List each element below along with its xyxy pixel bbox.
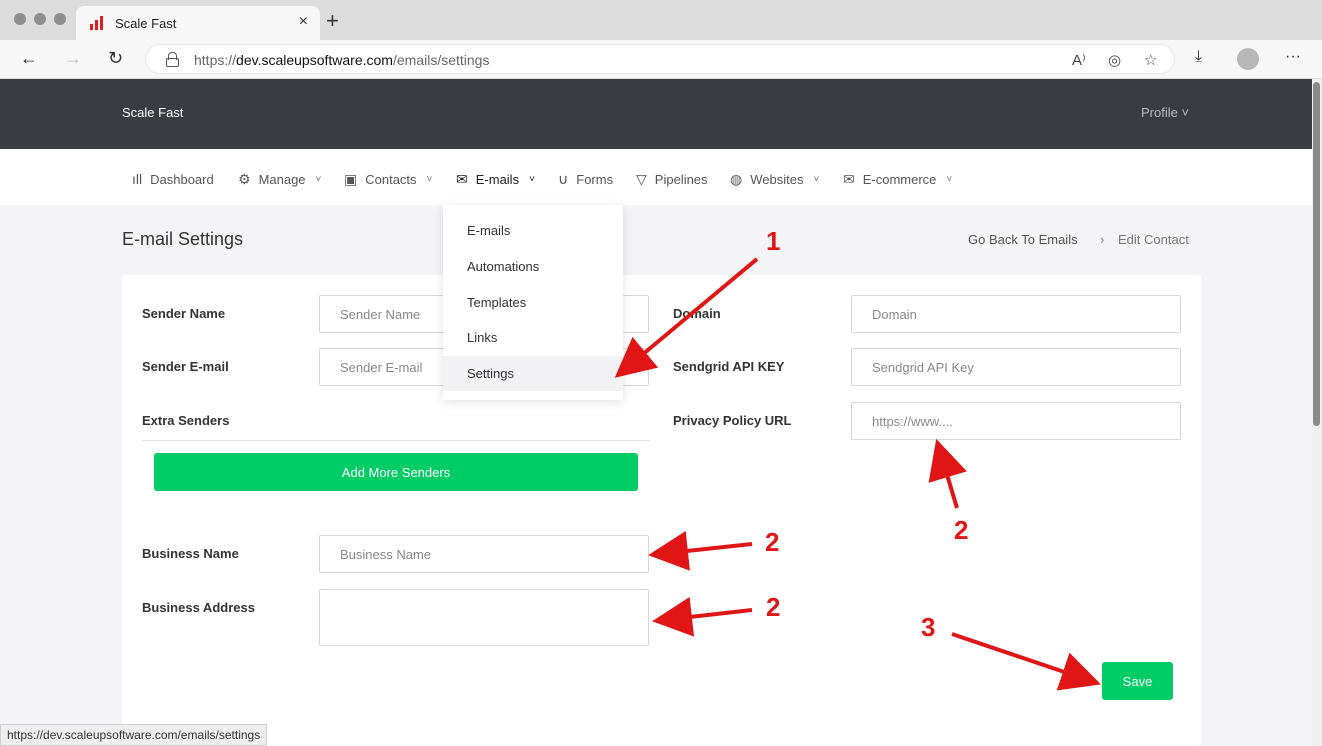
- divider: [142, 440, 650, 441]
- extra-senders-label: Extra Senders: [142, 413, 230, 428]
- nav-label: Contacts: [365, 172, 417, 187]
- nav-emails[interactable]: ✉ E-mails ˅: [456, 171, 535, 188]
- profile-menu[interactable]: Profile ˅: [1141, 105, 1189, 120]
- privacy-policy-url-input[interactable]: [851, 402, 1181, 440]
- save-button[interactable]: Save: [1102, 662, 1173, 700]
- scale-fast-logo-icon: [90, 16, 106, 30]
- nav-forms[interactable]: ∪ Forms: [558, 171, 613, 188]
- tab-close-icon[interactable]: ×: [299, 13, 308, 31]
- sender-name-label: Sender Name: [142, 306, 226, 321]
- chevron-down-icon: ˅: [813, 174, 820, 185]
- dropdown-item-automations[interactable]: Automations: [443, 249, 623, 284]
- sender-email-label: Sender E-mail: [142, 359, 229, 374]
- nav-pipelines[interactable]: ▽ Pipelines: [636, 171, 708, 188]
- favorites-icon[interactable]: ☆: [1144, 51, 1157, 69]
- gear-icon: ⚙: [238, 171, 251, 187]
- business-address-textarea[interactable]: [319, 589, 649, 646]
- business-name-input[interactable]: [319, 535, 649, 573]
- dropdown-item-links[interactable]: Links: [443, 320, 623, 355]
- annotation-number-1: 1: [766, 226, 781, 256]
- magnet-icon: ∪: [558, 171, 569, 187]
- emails-dropdown-menu: E-mails Automations Templates Links Sett…: [443, 205, 623, 400]
- more-menu-icon[interactable]: ···: [1285, 48, 1301, 66]
- nav-label: Manage: [258, 172, 306, 187]
- browser-tab-bar: Scale Fast × +: [0, 0, 1322, 40]
- mail-box-icon: ✉: [843, 171, 855, 187]
- url-field[interactable]: https://dev.scaleupsoftware.com/emails/s…: [145, 44, 1175, 74]
- sendgrid-api-key-input[interactable]: [851, 348, 1181, 386]
- nav-dashboard[interactable]: ıll Dashboard: [132, 171, 214, 187]
- annotation-number-2: 2: [765, 527, 780, 557]
- new-tab-icon[interactable]: +: [326, 8, 339, 34]
- forward-icon[interactable]: →: [64, 48, 82, 69]
- tab-title: Scale Fast: [115, 16, 177, 31]
- nav-label: Dashboard: [150, 171, 214, 187]
- browser-tab[interactable]: Scale Fast ×: [76, 6, 320, 40]
- annotation-number-2: 2: [766, 592, 781, 622]
- main-nav: ıll Dashboard ⚙ Manage ˅ ▣ Contacts ˅ ✉ …: [0, 149, 1312, 205]
- window-close-control[interactable]: [14, 13, 26, 25]
- nav-label: Forms: [576, 172, 614, 187]
- annotation-number-2: 2: [954, 515, 969, 545]
- sendgrid-api-key-label: Sendgrid API KEY: [673, 359, 785, 374]
- chevron-down-icon: ˅: [946, 174, 953, 185]
- nav-label: Websites: [750, 172, 804, 187]
- breadcrumb-current: Edit Contact: [1118, 232, 1189, 247]
- chevron-down-icon: ˅: [529, 174, 535, 185]
- dropdown-item-templates[interactable]: Templates: [443, 285, 623, 320]
- nav-label: Pipelines: [654, 172, 708, 187]
- domain-input[interactable]: [851, 295, 1181, 333]
- downloads-icon[interactable]: ⤓: [1195, 48, 1202, 66]
- privacy-policy-url-label: Privacy Policy URL: [673, 413, 792, 428]
- nav-label: E-commerce: [862, 172, 937, 187]
- lock-icon: [166, 52, 179, 67]
- chevron-down-icon: ˅: [426, 174, 433, 185]
- breadcrumb-separator-icon: ›: [1100, 232, 1105, 247]
- link-status-bar: https://dev.scaleupsoftware.com/emails/s…: [0, 724, 268, 746]
- bar-chart-icon: ıll: [132, 171, 143, 187]
- globe-icon: ◍: [730, 171, 743, 187]
- window-maximize-control[interactable]: [54, 13, 66, 25]
- nav-ecommerce[interactable]: ✉ E-commerce ˅: [843, 171, 952, 188]
- business-address-label: Business Address: [142, 600, 255, 615]
- nav-websites[interactable]: ◍ Websites ˅: [730, 171, 819, 188]
- url-text: https://dev.scaleupsoftware.com/emails/s…: [194, 52, 490, 68]
- back-icon[interactable]: ←: [20, 48, 38, 69]
- annotation-number-3: 3: [921, 612, 936, 642]
- nav-label: E-mails: [475, 172, 520, 187]
- app-header: Scale Fast Profile ˅: [0, 79, 1312, 149]
- reload-icon[interactable]: ↻: [108, 48, 123, 69]
- dropdown-item-settings[interactable]: Settings: [443, 356, 623, 391]
- chevron-down-icon: ˅: [315, 174, 322, 185]
- domain-label: Domain: [673, 306, 721, 321]
- nav-manage[interactable]: ⚙ Manage ˅: [238, 171, 321, 188]
- settings-card: [122, 275, 1201, 746]
- page-title: E-mail Settings: [122, 229, 244, 249]
- breadcrumb-back-link[interactable]: Go Back To Emails: [968, 232, 1078, 247]
- business-name-label: Business Name: [142, 546, 239, 561]
- add-more-senders-button[interactable]: Add More Senders: [154, 453, 638, 491]
- page-scrollbar-thumb[interactable]: [1313, 82, 1320, 426]
- filter-icon: ▽: [636, 171, 647, 187]
- browser-profile-avatar[interactable]: [1237, 48, 1259, 70]
- read-aloud-icon[interactable]: A⁾: [1072, 51, 1086, 69]
- window-minimize-control[interactable]: [34, 13, 46, 25]
- envelope-icon: ✉: [456, 171, 468, 187]
- brand-name[interactable]: Scale Fast: [122, 105, 183, 120]
- contact-card-icon: ▣: [344, 171, 358, 187]
- tracking-prevention-icon[interactable]: ◎: [1108, 51, 1121, 69]
- dropdown-item-emails[interactable]: E-mails: [443, 213, 623, 248]
- nav-contacts[interactable]: ▣ Contacts ˅: [344, 171, 432, 188]
- browser-address-bar: ← → ↻ https://dev.scaleupsoftware.com/em…: [0, 40, 1322, 79]
